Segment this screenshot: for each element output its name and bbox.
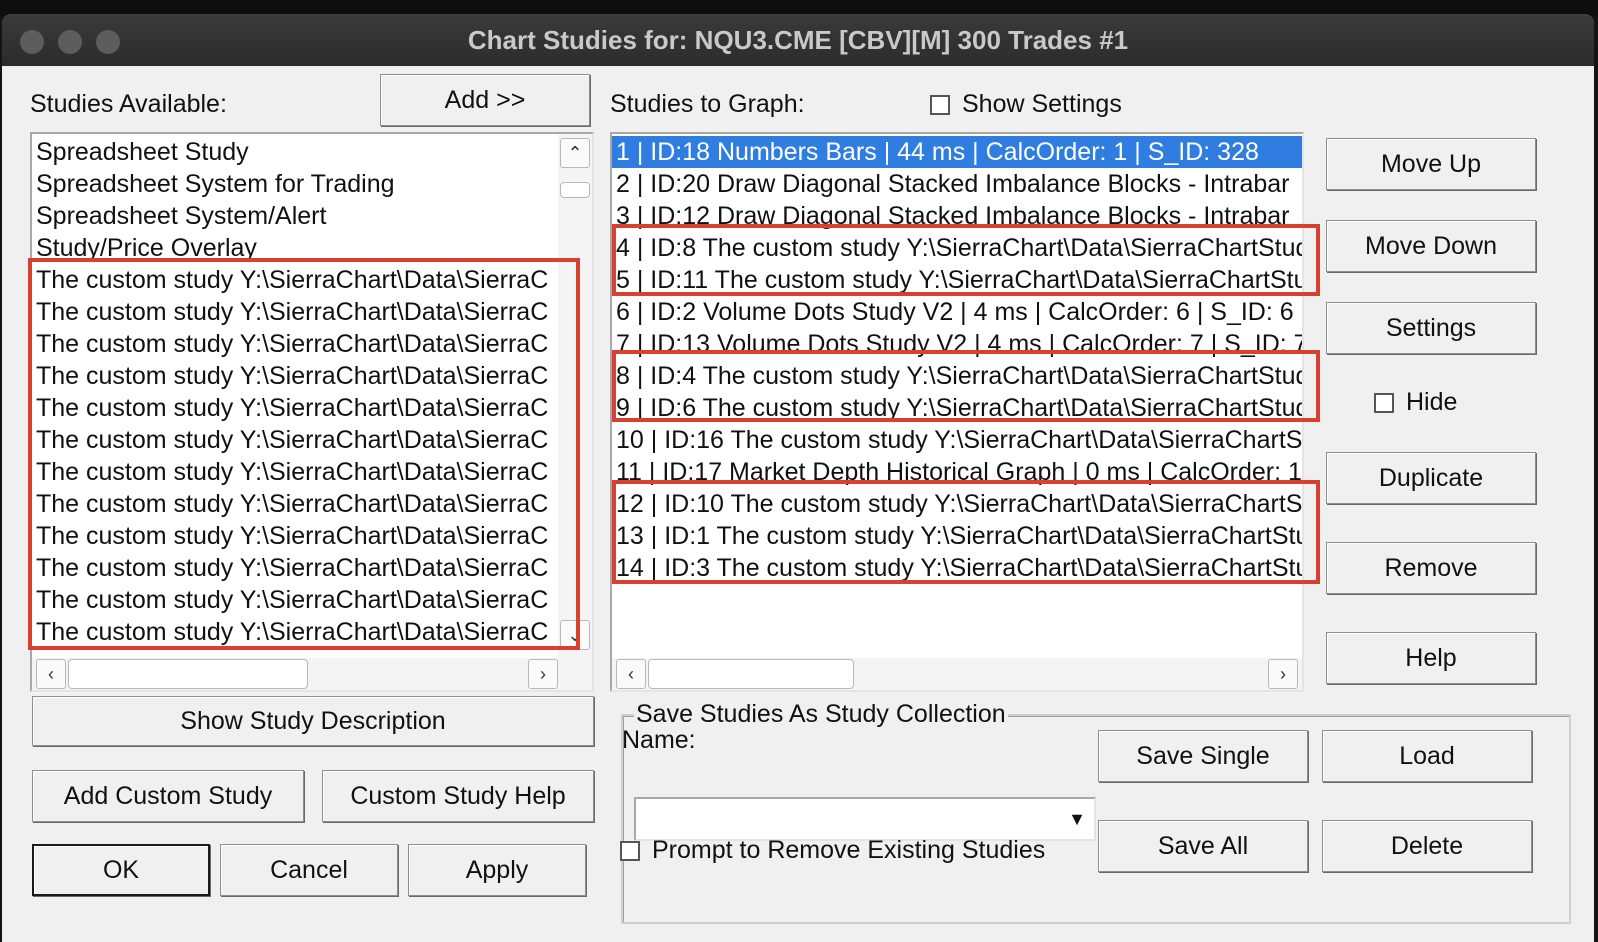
collection-name-label: Name: bbox=[622, 726, 696, 754]
apply-button[interactable]: Apply bbox=[408, 844, 586, 896]
graph-item[interactable]: 11 | ID:17 Market Depth Historical Graph… bbox=[612, 456, 1302, 488]
graph-item[interactable]: 4 | ID:8 The custom study Y:\SierraChart… bbox=[612, 232, 1302, 264]
available-item[interactable]: Spreadsheet Study bbox=[32, 136, 556, 168]
window-title: Chart Studies for: NQU3.CME [CBV][M] 300… bbox=[467, 25, 1129, 55]
delete-button[interactable]: Delete bbox=[1322, 820, 1532, 872]
studies-to-graph-list[interactable]: 1 | ID:18 Numbers Bars | 44 ms | CalcOrd… bbox=[610, 132, 1304, 692]
graph-item[interactable]: 9 | ID:6 The custom study Y:\SierraChart… bbox=[612, 392, 1302, 424]
available-item[interactable]: The custom study Y:\SierraChart\Data\Sie… bbox=[32, 520, 556, 552]
studies-available-label-text: Studies Available: bbox=[30, 90, 227, 118]
studies-available-list[interactable]: Spreadsheet Study Spreadsheet System for … bbox=[30, 132, 594, 692]
prompt-remove-label: Prompt to Remove Existing Studies bbox=[652, 836, 1046, 864]
hide-check-box[interactable] bbox=[1374, 392, 1394, 413]
load-button[interactable]: Load bbox=[1322, 730, 1532, 782]
prompt-remove-checkbox[interactable]: Prompt to Remove Existing Studies bbox=[620, 836, 1045, 865]
title-bar: Chart Studies for: NQU3.CME [CBV][M] 300… bbox=[2, 14, 1594, 66]
studies-available-hscroll-thumb[interactable] bbox=[68, 659, 308, 689]
chevron-down-icon: ⌄ bbox=[567, 624, 583, 645]
add-button[interactable]: Add >> bbox=[380, 74, 590, 126]
studies-to-graph-hscroll-thumb[interactable] bbox=[648, 659, 854, 689]
graph-item[interactable]: 1 | ID:18 Numbers Bars | 44 ms | CalcOrd… bbox=[612, 136, 1302, 168]
available-item[interactable]: The custom study Y:\SierraChart\Data\Sie… bbox=[32, 360, 556, 392]
save-collection-title: Save Studies As Study Collection bbox=[634, 700, 1008, 729]
studies-available-label: Studies Available: bbox=[30, 90, 227, 119]
move-up-button[interactable]: Move Up bbox=[1326, 138, 1536, 190]
available-item[interactable]: The custom study Y:\SierraChart\Data\Sie… bbox=[32, 456, 556, 488]
studies-to-graph-hscroll[interactable]: ‹ › bbox=[612, 658, 1302, 690]
available-item[interactable]: The custom study Y:\SierraChart\Data\Sie… bbox=[32, 392, 556, 424]
remove-button[interactable]: Remove bbox=[1326, 542, 1536, 594]
chevron-down-icon[interactable]: ▼ bbox=[1062, 801, 1092, 837]
scroll-down-button[interactable]: ⌄ bbox=[560, 620, 590, 650]
graph-item[interactable]: 8 | ID:4 The custom study Y:\SierraChart… bbox=[612, 360, 1302, 392]
scroll-up-button[interactable]: ⌃ bbox=[560, 138, 590, 168]
scroll-left-button[interactable]: ‹ bbox=[36, 659, 66, 689]
graph-item[interactable]: 13 | ID:1 The custom study Y:\SierraChar… bbox=[612, 520, 1302, 552]
available-item[interactable]: The custom study Y:\SierraChart\Data\Sie… bbox=[32, 552, 556, 584]
custom-study-help-button[interactable]: Custom Study Help bbox=[322, 770, 594, 822]
graph-item[interactable]: 6 | ID:2 Volume Dots Study V2 | 4 ms | C… bbox=[612, 296, 1302, 328]
scroll-left-button[interactable]: ‹ bbox=[616, 659, 646, 689]
available-item[interactable]: The custom study Y:\SierraChart\Data\Sie… bbox=[32, 328, 556, 360]
graph-item[interactable]: 12 | ID:10 The custom study Y:\SierraCha… bbox=[612, 488, 1302, 520]
chevron-right-icon: › bbox=[540, 663, 546, 684]
available-item[interactable]: The custom study Y:\SierraChart\Data\Sie… bbox=[32, 424, 556, 456]
help-button[interactable]: Help bbox=[1326, 632, 1536, 684]
collection-name-combobox[interactable]: ▼ bbox=[634, 797, 1096, 841]
move-down-button[interactable]: Move Down bbox=[1326, 220, 1536, 272]
available-item[interactable]: Spreadsheet System for Trading bbox=[32, 168, 556, 200]
scroll-right-button[interactable]: › bbox=[1268, 659, 1298, 689]
save-single-button[interactable]: Save Single bbox=[1098, 730, 1308, 782]
available-item[interactable]: Spreadsheet System/Alert bbox=[32, 200, 556, 232]
duplicate-button[interactable]: Duplicate bbox=[1326, 452, 1536, 504]
available-item[interactable]: The custom study Y:\SierraChart\Data\Sie… bbox=[32, 296, 556, 328]
available-item[interactable]: The custom study Y:\SierraChart\Data\Sie… bbox=[32, 264, 556, 296]
graph-item[interactable]: 5 | ID:11 The custom study Y:\SierraChar… bbox=[612, 264, 1302, 296]
available-item[interactable]: The custom study Y:\SierraChart\Data\Sie… bbox=[32, 616, 556, 648]
add-custom-study-button[interactable]: Add Custom Study bbox=[32, 770, 304, 822]
save-all-button[interactable]: Save All bbox=[1098, 820, 1308, 872]
available-item[interactable]: The custom study Y:\SierraChart\Data\Sie… bbox=[32, 584, 556, 616]
graph-item[interactable]: 3 | ID:12 Draw Diagonal Stacked Imbalanc… bbox=[612, 200, 1302, 232]
hide-label: Hide bbox=[1406, 388, 1458, 416]
graph-item[interactable]: 7 | ID:13 Volume Dots Study V2 | 4 ms | … bbox=[612, 328, 1302, 360]
available-item[interactable]: The custom study Y:\SierraChart\Data\Sie… bbox=[32, 488, 556, 520]
graph-item[interactable]: 10 | ID:16 The custom study Y:\SierraCha… bbox=[612, 424, 1302, 456]
studies-available-vscroll[interactable]: ⌃ ⌄ bbox=[558, 134, 592, 658]
chevron-left-icon: ‹ bbox=[628, 663, 634, 684]
show-settings-check-box[interactable] bbox=[930, 94, 950, 115]
graph-item[interactable]: 2 | ID:20 Draw Diagonal Stacked Imbalanc… bbox=[612, 168, 1302, 200]
show-settings-label: Show Settings bbox=[962, 90, 1122, 118]
chevron-up-icon: ⌃ bbox=[567, 142, 583, 163]
show-study-description-button[interactable]: Show Study Description bbox=[32, 696, 594, 746]
hide-checkbox[interactable]: Hide bbox=[1374, 388, 1457, 417]
studies-available-vscroll-thumb[interactable] bbox=[560, 182, 590, 198]
settings-button[interactable]: Settings bbox=[1326, 302, 1536, 354]
cancel-button[interactable]: Cancel bbox=[220, 844, 398, 896]
available-item[interactable]: Study/Price Overlay bbox=[32, 232, 556, 264]
graph-item[interactable]: 14 | ID:3 The custom study Y:\SierraChar… bbox=[612, 552, 1302, 584]
chart-studies-dialog: Chart Studies for: NQU3.CME [CBV][M] 300… bbox=[2, 14, 1594, 942]
studies-to-graph-label: Studies to Graph: bbox=[610, 90, 805, 118]
prompt-remove-check-box[interactable] bbox=[620, 840, 640, 861]
scroll-right-button[interactable]: › bbox=[528, 659, 558, 689]
chevron-right-icon: › bbox=[1280, 663, 1286, 684]
studies-available-hscroll[interactable]: ‹ › bbox=[32, 658, 592, 690]
chevron-left-icon: ‹ bbox=[48, 663, 54, 684]
show-settings-checkbox[interactable]: Show Settings bbox=[930, 90, 1122, 119]
ok-button[interactable]: OK bbox=[32, 844, 210, 896]
